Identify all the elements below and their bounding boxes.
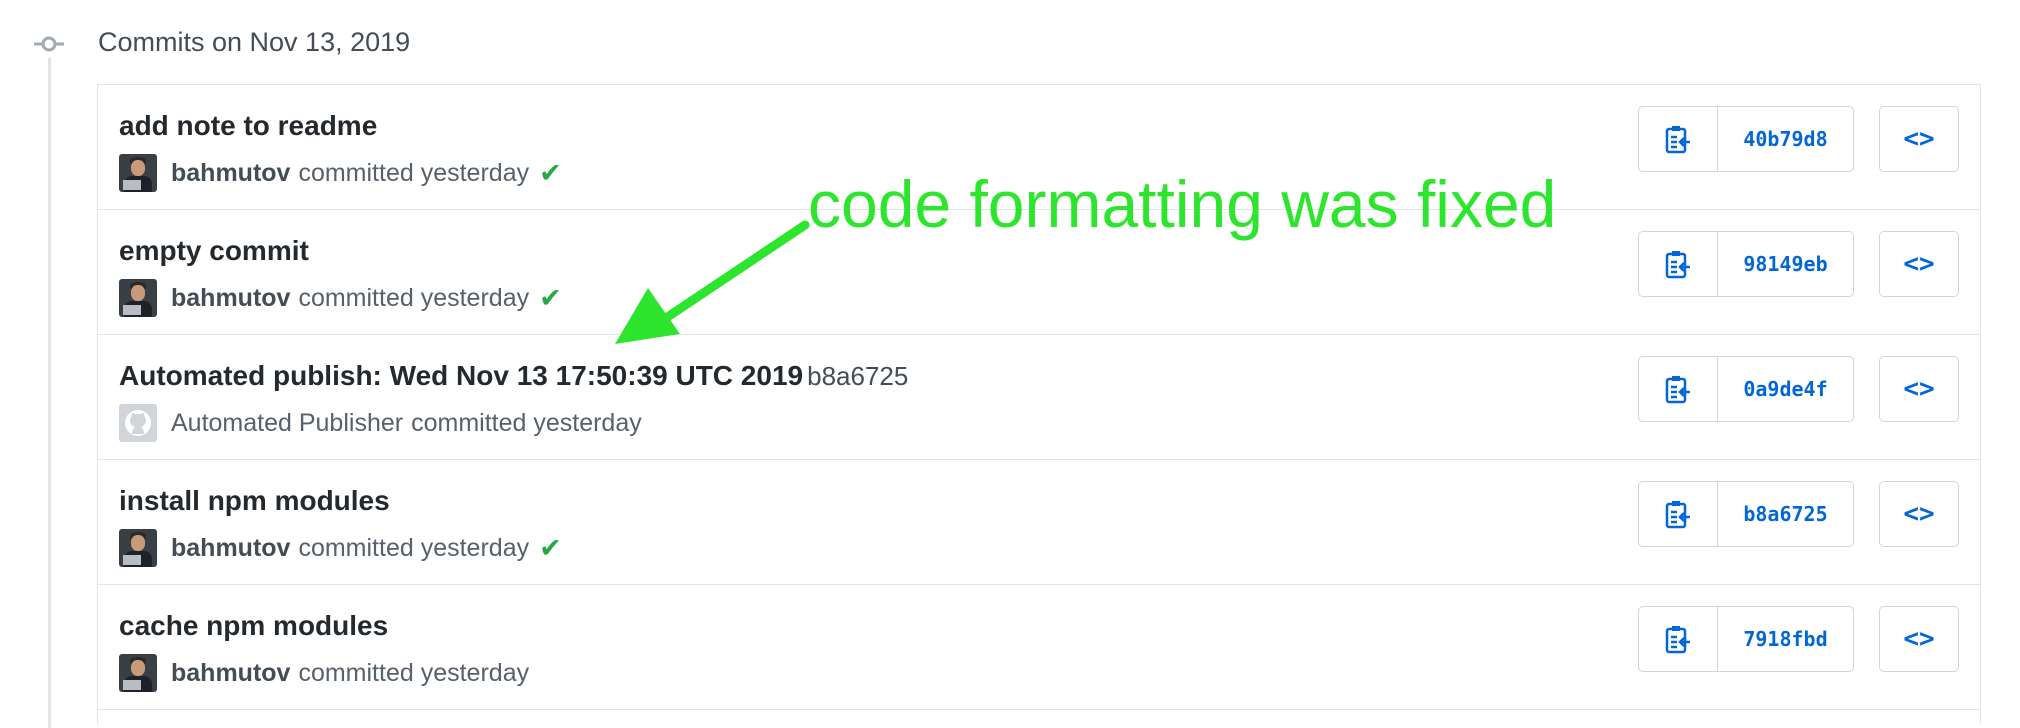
- copy-sha-button[interactable]: [1639, 232, 1718, 296]
- author-link[interactable]: bahmutov: [171, 659, 290, 688]
- github-bot-avatar[interactable]: [119, 404, 157, 442]
- browse-repo-button[interactable]: <>: [1879, 606, 1959, 672]
- sha-link[interactable]: 40b79d8: [1718, 107, 1853, 171]
- commit-message-link[interactable]: install npm modules: [119, 485, 390, 516]
- sha-link[interactable]: 98149eb: [1718, 232, 1853, 296]
- check-icon[interactable]: ✔: [539, 158, 562, 189]
- copy-sha-button[interactable]: [1639, 607, 1718, 671]
- commit-message-link[interactable]: empty commit: [119, 235, 309, 266]
- copy-sha-button[interactable]: [1639, 107, 1718, 171]
- commit-message-link[interactable]: Automated publish: Wed Nov 13 17:50:39 U…: [119, 360, 803, 391]
- author-link[interactable]: bahmutov: [171, 159, 290, 188]
- commit-group-title: Commits on Nov 13, 2019: [98, 27, 411, 57]
- commit-message-link[interactable]: add note to readme: [119, 110, 377, 141]
- commit-row: cache npm modules bahmutov committed yes…: [98, 585, 1980, 710]
- sha-link[interactable]: 0a9de4f: [1718, 357, 1853, 421]
- clippy-icon: [1665, 376, 1690, 404]
- annotation-arrow: [615, 220, 810, 344]
- commit-time: committed yesterday: [411, 408, 642, 437]
- browse-repo-button[interactable]: <>: [1879, 231, 1959, 297]
- author-name[interactable]: Automated Publisher: [171, 409, 403, 438]
- browse-repo-button[interactable]: <>: [1879, 481, 1959, 547]
- author-link[interactable]: bahmutov: [171, 284, 290, 313]
- clippy-icon: [1665, 626, 1690, 654]
- sha-button-group: 0a9de4f: [1638, 356, 1854, 422]
- annotation-text: code formatting was fixed: [808, 167, 1557, 241]
- commit-meta: bahmutov committed yesterday ✔: [119, 278, 562, 318]
- copy-sha-button[interactable]: [1639, 482, 1718, 546]
- github-icon: [125, 410, 151, 436]
- commit-group-icon: [34, 36, 64, 52]
- code-icon: <>: [1903, 374, 1935, 404]
- commit-meta: bahmutov committed yesterday: [119, 653, 529, 693]
- sha-button-group: 40b79d8: [1638, 106, 1854, 172]
- sha-button-group: 98149eb: [1638, 231, 1854, 297]
- referenced-sha-link[interactable]: b8a6725: [807, 361, 908, 391]
- commit-row: Automated publish: Wed Nov 13 17:50:39 U…: [98, 335, 1980, 460]
- sha-button-group: 7918fbd: [1638, 606, 1854, 672]
- commit-meta: bahmutov committed yesterday ✔: [119, 153, 562, 193]
- code-icon: <>: [1903, 124, 1935, 154]
- avatar[interactable]: [119, 154, 157, 192]
- code-icon: <>: [1903, 249, 1935, 279]
- check-icon[interactable]: ✔: [539, 533, 562, 564]
- sha-button-group: b8a6725: [1638, 481, 1854, 547]
- sha-link[interactable]: b8a6725: [1718, 482, 1853, 546]
- avatar[interactable]: [119, 654, 157, 692]
- commit-time: committed yesterday: [298, 158, 530, 187]
- commit-message-link[interactable]: cache npm modules: [119, 610, 388, 641]
- timeline-line: [48, 58, 51, 728]
- clippy-icon: [1665, 126, 1690, 154]
- clippy-icon: [1665, 251, 1690, 279]
- copy-sha-button[interactable]: [1639, 357, 1718, 421]
- code-icon: <>: [1903, 499, 1935, 529]
- sha-link[interactable]: 7918fbd: [1718, 607, 1853, 671]
- author-link[interactable]: bahmutov: [171, 534, 290, 563]
- check-icon[interactable]: ✔: [539, 283, 562, 314]
- commit-row: install npm modules bahmutov committed y…: [98, 460, 1980, 585]
- browse-repo-button[interactable]: <>: [1879, 106, 1959, 172]
- browse-repo-button[interactable]: <>: [1879, 356, 1959, 422]
- commit-time: committed yesterday: [298, 283, 530, 312]
- code-icon: <>: [1903, 624, 1935, 654]
- commit-time: committed yesterday: [298, 533, 530, 562]
- avatar[interactable]: [119, 529, 157, 567]
- commit-time: committed yesterday: [298, 658, 530, 687]
- commit-meta: Automated Publisher committed yesterday: [119, 403, 642, 443]
- avatar[interactable]: [119, 279, 157, 317]
- clippy-icon: [1665, 501, 1690, 529]
- commit-meta: bahmutov committed yesterday ✔: [119, 528, 562, 568]
